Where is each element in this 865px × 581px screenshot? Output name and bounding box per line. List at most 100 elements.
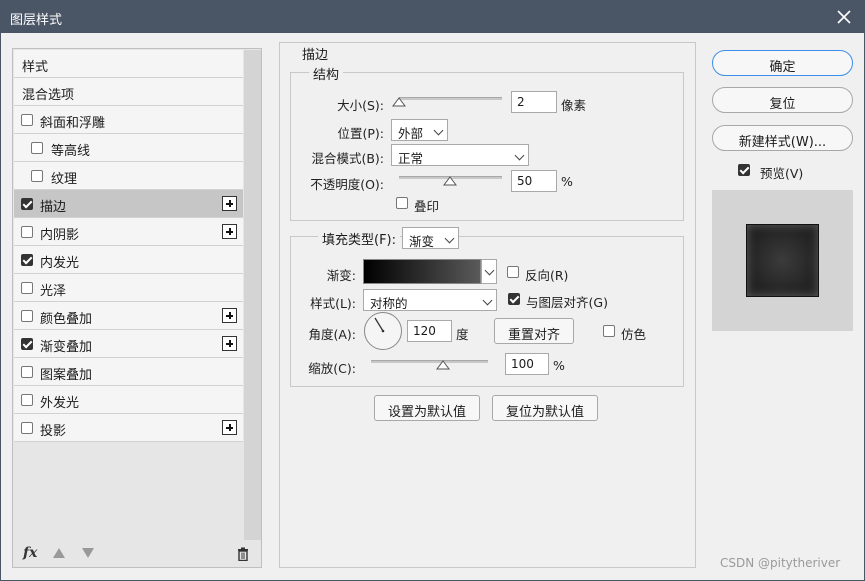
- style-item-checkbox[interactable]: [21, 226, 33, 238]
- opacity-input[interactable]: 50: [511, 170, 557, 192]
- style-item-checkbox[interactable]: [21, 422, 33, 434]
- style-list-item[interactable]: 内阴影: [14, 218, 243, 246]
- style-item-label: 颜色叠加: [40, 312, 93, 327]
- reset-button[interactable]: 复位: [712, 87, 853, 113]
- dither-label: 仿色: [621, 327, 647, 342]
- angle-unit: 度: [456, 327, 469, 342]
- style-list-item[interactable]: 光泽: [14, 274, 243, 302]
- style-item-checkbox[interactable]: [21, 394, 33, 406]
- scale-unit: %: [553, 358, 565, 373]
- structure-title: 结构: [309, 64, 344, 83]
- preview-checkbox[interactable]: [738, 164, 750, 176]
- style-preview-area: [712, 190, 853, 331]
- add-effect-icon[interactable]: [222, 336, 237, 351]
- style-item-checkbox[interactable]: [31, 170, 43, 182]
- scale-label: 缩放(C):: [308, 361, 356, 376]
- blend-mode-label: 混合模式(B):: [311, 151, 384, 166]
- align-with-layer-checkbox[interactable]: [508, 293, 520, 305]
- chevron-down-icon: [482, 295, 493, 306]
- ok-button[interactable]: 确定: [712, 50, 853, 76]
- reverse-checkbox[interactable]: [507, 266, 519, 278]
- style-list-footer: fx: [13, 541, 261, 567]
- style-list: 样式混合选项 斜面和浮雕等高线纹理描边内阴影内发光光泽颜色叠加渐变叠加图案叠加外发…: [14, 50, 243, 442]
- style-item-checkbox[interactable]: [21, 310, 33, 322]
- style-item-checkbox[interactable]: [21, 338, 33, 350]
- style-list-item[interactable]: 颜色叠加: [14, 302, 243, 330]
- style-value: 对称的: [370, 296, 408, 311]
- style-item-checkbox[interactable]: [21, 282, 33, 294]
- angle-label: 角度(A):: [308, 327, 356, 342]
- chevron-down-icon: [444, 233, 455, 244]
- style-list-scrollbar[interactable]: [244, 50, 261, 540]
- preview-label: 预览(V): [760, 166, 804, 181]
- style-preview-swatch: [746, 224, 819, 297]
- new-style-button[interactable]: 新建样式(W)...: [712, 125, 853, 151]
- blend-mode-select[interactable]: 正常: [391, 144, 529, 166]
- size-input[interactable]: 2: [511, 91, 557, 113]
- fill-type-select[interactable]: 渐变: [402, 227, 459, 249]
- add-effect-icon[interactable]: [222, 224, 237, 239]
- fx-icon[interactable]: fx: [23, 545, 37, 561]
- angle-input[interactable]: 120: [407, 320, 452, 342]
- style-item-label: 内发光: [40, 256, 80, 271]
- style-item-label: 投影: [40, 424, 67, 439]
- style-item-label: 外发光: [40, 396, 80, 411]
- add-effect-icon[interactable]: [222, 420, 237, 435]
- reset-alignment-button[interactable]: 重置对齐: [494, 318, 574, 344]
- reverse-label: 反向(R): [525, 268, 569, 283]
- position-select[interactable]: 外部: [391, 119, 448, 141]
- fill-type-value: 渐变: [409, 234, 435, 249]
- style-item-checkbox[interactable]: [31, 142, 43, 154]
- style-item-checkbox[interactable]: [21, 254, 33, 266]
- style-list-item[interactable]: 斜面和浮雕: [14, 106, 243, 134]
- add-effect-icon[interactable]: [222, 196, 237, 211]
- style-list-item[interactable]: 混合选项: [14, 78, 243, 106]
- style-list-item[interactable]: 纹理: [14, 162, 243, 190]
- style-list-item[interactable]: 描边: [14, 190, 243, 218]
- opacity-label: 不透明度(O):: [310, 177, 384, 192]
- gradient-preview[interactable]: [363, 259, 481, 284]
- move-up-icon[interactable]: [53, 548, 65, 558]
- move-down-icon[interactable]: [82, 548, 94, 558]
- style-list-item[interactable]: 渐变叠加: [14, 330, 243, 358]
- window-title: 图层样式: [10, 13, 63, 28]
- style-select[interactable]: 对称的: [363, 289, 497, 311]
- style-item-checkbox[interactable]: [21, 198, 33, 210]
- style-item-checkbox[interactable]: [21, 114, 33, 126]
- watermark: CSDN @pitytheriver: [720, 556, 841, 570]
- size-slider[interactable]: [399, 97, 502, 100]
- style-list-item[interactable]: 图案叠加: [14, 358, 243, 386]
- style-item-label: 图案叠加: [40, 368, 93, 383]
- add-effect-icon[interactable]: [222, 308, 237, 323]
- title-bar: 图层样式: [0, 0, 865, 33]
- trash-icon[interactable]: [237, 547, 249, 562]
- style-list-item[interactable]: 外发光: [14, 386, 243, 414]
- style-list-item[interactable]: 样式: [14, 50, 243, 78]
- position-value: 外部: [398, 126, 424, 141]
- gradient-picker-chevron-icon[interactable]: [481, 259, 497, 284]
- size-label: 大小(S):: [337, 98, 384, 113]
- overprint-label: 叠印: [414, 199, 440, 214]
- scale-input[interactable]: 100: [505, 353, 549, 375]
- angle-dial[interactable]: [364, 312, 402, 350]
- style-item-label: 内阴影: [40, 228, 80, 243]
- style-item-label: 渐变叠加: [40, 340, 93, 355]
- opacity-unit: %: [561, 174, 573, 189]
- style-list-item[interactable]: 内发光: [14, 246, 243, 274]
- reset-to-default-button[interactable]: 复位为默认值: [492, 395, 598, 421]
- close-icon[interactable]: [831, 4, 857, 30]
- style-list-item[interactable]: 投影: [14, 414, 243, 442]
- style-item-label: 纹理: [51, 172, 78, 187]
- style-item-label: 描边: [40, 200, 67, 215]
- style-list-item[interactable]: 等高线: [14, 134, 243, 162]
- scale-slider[interactable]: [371, 360, 488, 363]
- dither-checkbox[interactable]: [603, 325, 615, 337]
- make-default-button[interactable]: 设置为默认值: [374, 395, 480, 421]
- style-item-label: 样式: [22, 60, 49, 75]
- style-item-label: 等高线: [51, 144, 91, 159]
- overprint-checkbox[interactable]: [396, 197, 408, 209]
- style-item-checkbox[interactable]: [21, 366, 33, 378]
- position-label: 位置(P):: [337, 126, 384, 141]
- chevron-down-icon: [433, 125, 444, 136]
- style-item-label: 光泽: [40, 284, 67, 299]
